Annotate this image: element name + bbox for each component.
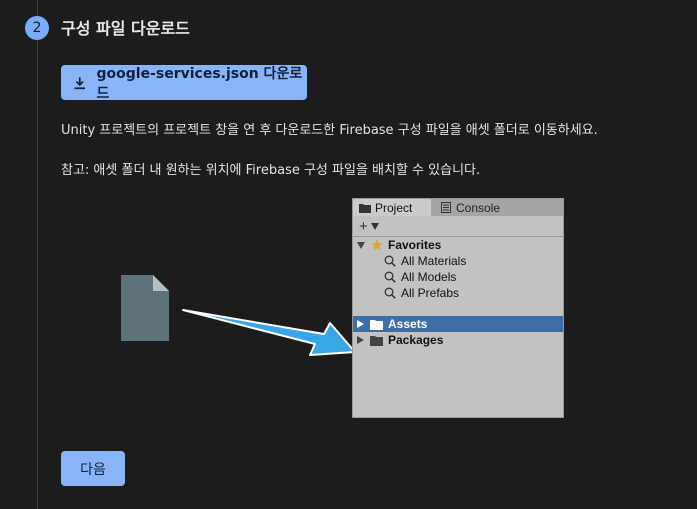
console-icon — [441, 202, 451, 213]
star-icon — [371, 239, 383, 251]
instruction-text: Unity 프로젝트의 프로젝트 창을 연 후 다운로드한 Firebase 구… — [61, 123, 598, 138]
add-dropdown-button[interactable]: + — [353, 216, 563, 237]
search-icon — [384, 271, 396, 283]
folder-icon — [370, 335, 383, 346]
note-text: 참고: 애셋 폴더 내 원하는 위치에 Firebase 구성 파일을 배치할 … — [61, 163, 481, 178]
tree-item-favorites[interactable]: Favorites — [353, 237, 563, 253]
all-prefabs-label: All Prefabs — [401, 286, 460, 300]
search-icon — [384, 287, 396, 299]
all-materials-label: All Materials — [401, 254, 467, 268]
folder-icon — [359, 203, 371, 213]
tree-item-all-prefabs[interactable]: All Prefabs — [353, 285, 563, 301]
tab-project-label: Project — [375, 200, 413, 215]
expand-icon — [357, 241, 365, 249]
tab-console-label: Console — [456, 200, 501, 215]
tree-item-all-models[interactable]: All Models — [353, 269, 563, 285]
step-number-badge: 2 — [25, 16, 49, 40]
step-title: 구성 파일 다운로드 — [61, 19, 190, 38]
download-icon — [74, 76, 86, 89]
assets-label: Assets — [388, 317, 428, 331]
tab-project[interactable]: Project — [353, 199, 431, 216]
tree-item-packages[interactable]: Packages — [353, 332, 563, 348]
tree-item-assets[interactable]: Assets — [353, 316, 563, 332]
search-icon — [384, 255, 396, 267]
folder-icon — [370, 319, 383, 330]
all-models-label: All Models — [401, 270, 457, 284]
step-connector-line — [37, 0, 38, 509]
config-file-icon — [121, 275, 169, 341]
drag-arrow-icon — [182, 309, 356, 356]
chevron-down-icon — [370, 222, 379, 230]
expand-icon — [357, 320, 364, 328]
expand-icon — [357, 336, 364, 344]
next-button[interactable]: 다음 — [61, 451, 125, 486]
tree-item-all-materials[interactable]: All Materials — [353, 253, 563, 269]
tab-console[interactable]: Console — [433, 199, 500, 216]
unity-project-window: Project Console + Favorites All Material… — [352, 198, 564, 418]
download-config-button-label: google-services.json 다운로드 — [96, 65, 303, 102]
download-config-button[interactable]: google-services.json 다운로드 — [61, 65, 307, 102]
favorites-label: Favorites — [388, 238, 442, 252]
packages-label: Packages — [388, 333, 444, 347]
add-icon: + — [359, 217, 368, 235]
